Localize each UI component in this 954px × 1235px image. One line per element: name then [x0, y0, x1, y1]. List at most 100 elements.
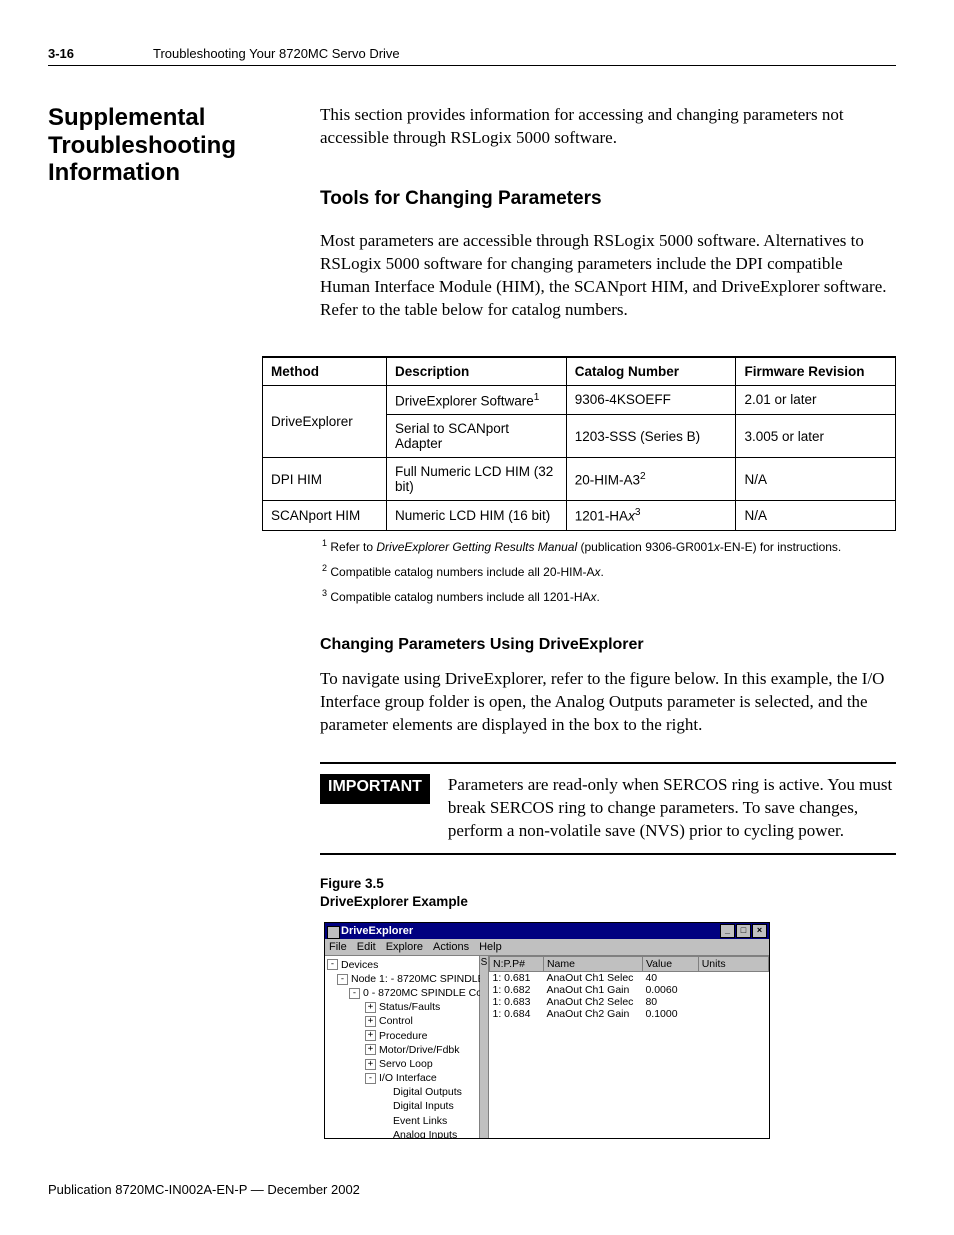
list-row[interactable]: 1: 0.683AnaOut Ch2 Selec80	[490, 996, 769, 1008]
left-column: Supplemental Troubleshooting Information	[48, 104, 320, 348]
cell-fw: N/A	[736, 458, 896, 501]
splitter-bar[interactable]: S	[480, 956, 489, 1138]
tree-item-label[interactable]: Devices	[341, 959, 378, 971]
menu-item[interactable]: Explore	[386, 941, 423, 953]
tree-item-label[interactable]: Analog Inputs	[393, 1129, 457, 1138]
figure-number: Figure 3.5	[320, 875, 896, 893]
section-title: Supplemental Troubleshooting Information	[48, 104, 320, 187]
maximize-button[interactable]: □	[736, 924, 751, 938]
tree-item-label[interactable]: I/O Interface	[379, 1072, 437, 1084]
cell-desc: DriveExplorer Software1	[386, 385, 566, 415]
tree-item[interactable]: -I/O Interface	[327, 1071, 479, 1085]
tree-item[interactable]: -0 - 8720MC SPINDLE Con	[327, 986, 479, 1000]
cell-desc: Serial to SCANport Adapter	[386, 415, 566, 458]
list-row[interactable]: 1: 0.684AnaOut Ch2 Gain0.1000	[490, 1008, 769, 1020]
cell-npp: 1: 0.684	[490, 1008, 544, 1020]
menu-bar[interactable]: File Edit Explore Actions Help	[325, 939, 769, 956]
driveexplorer-window: DriveExplorer _ □ × File Edit Explore Actio…	[324, 922, 770, 1139]
cell-name: AnaOut Ch2 Gain	[543, 1008, 642, 1020]
left-column-2	[48, 612, 320, 1139]
cell-fw: 3.005 or later	[736, 415, 896, 458]
th-value[interactable]: Value	[642, 956, 698, 971]
cell-npp: 1: 0.683	[490, 996, 544, 1008]
page: 3-16 Troubleshooting Your 8720MC Servo D…	[0, 0, 954, 1235]
menu-item[interactable]: File	[329, 941, 347, 953]
cell-name: AnaOut Ch1 Selec	[543, 971, 642, 984]
minimize-button[interactable]: _	[720, 924, 735, 938]
tree-item[interactable]: +Status/Faults	[327, 1000, 479, 1014]
important-block: IMPORTANT Parameters are read-only when …	[320, 762, 896, 855]
cell-method: SCANport HIM	[263, 501, 387, 531]
list-row[interactable]: 1: 0.682AnaOut Ch1 Gain0.0060	[490, 984, 769, 996]
title-bar[interactable]: DriveExplorer _ □ ×	[325, 923, 769, 939]
tree-item-label[interactable]: 0 - 8720MC SPINDLE Con	[363, 987, 488, 999]
menu-item[interactable]: Help	[479, 941, 502, 953]
cell-units	[698, 996, 768, 1008]
cell-cat: 20-HIM-A32	[566, 458, 736, 501]
section-row-2: Changing Parameters Using DriveExplorer …	[48, 612, 896, 1139]
cell-value: 40	[642, 971, 698, 984]
page-number: 3-16	[48, 46, 153, 61]
cell-fw: 2.01 or later	[736, 385, 896, 415]
cell-value: 0.0060	[642, 984, 698, 996]
params-table: Method Description Catalog Number Firmwa…	[262, 356, 896, 531]
tree-item[interactable]: Analog Inputs	[327, 1128, 479, 1138]
right-column-intro: This section provides information for ac…	[320, 104, 896, 348]
tree-item-label[interactable]: Event Links	[393, 1115, 447, 1127]
tree-item[interactable]: Event Links	[327, 1114, 479, 1128]
cell-method: DPI HIM	[263, 458, 387, 501]
menu-item[interactable]: Actions	[433, 941, 469, 953]
window-body: -Devices-Node 1: - 8720MC SPINDLE-0 - 87…	[325, 956, 769, 1138]
window-title: DriveExplorer	[327, 925, 719, 937]
list-row[interactable]: 1: 0.681AnaOut Ch1 Selec40	[490, 971, 769, 984]
cell-npp: 1: 0.682	[490, 984, 544, 996]
th-units[interactable]: Units	[698, 956, 768, 971]
tree-item[interactable]: Digital Inputs	[327, 1099, 479, 1113]
tree-item[interactable]: -Node 1: - 8720MC SPINDLE	[327, 972, 479, 986]
tree-pane[interactable]: -Devices-Node 1: - 8720MC SPINDLE-0 - 87…	[325, 956, 480, 1138]
th-catalog: Catalog Number	[566, 357, 736, 386]
tree-item-label[interactable]: Digital Inputs	[393, 1100, 454, 1112]
tree-item-label[interactable]: Servo Loop	[379, 1058, 433, 1070]
cell-desc: Full Numeric LCD HIM (32 bit)	[386, 458, 566, 501]
tree-item-label[interactable]: Digital Outputs	[393, 1086, 462, 1098]
tree-item-label[interactable]: Node 1: - 8720MC SPINDLE	[351, 973, 485, 985]
tree-item[interactable]: Digital Outputs	[327, 1085, 479, 1099]
right-column-2: Changing Parameters Using DriveExplorer …	[320, 612, 896, 1139]
tree-item-label[interactable]: Status/Faults	[379, 1001, 440, 1013]
running-head: Troubleshooting Your 8720MC Servo Drive	[153, 46, 896, 61]
tree-item-label[interactable]: Control	[379, 1015, 413, 1027]
figure-title: DriveExplorer Example	[320, 893, 896, 911]
list-pane[interactable]: N:P.P# Name Value Units 1: 0.681AnaOut C…	[489, 956, 769, 1138]
footnote-3: 3 Compatible catalog numbers include all…	[322, 587, 896, 606]
footnote-2: 2 Compatible catalog numbers include all…	[322, 562, 896, 581]
top-header: 3-16 Troubleshooting Your 8720MC Servo D…	[48, 46, 896, 65]
header-rule	[48, 65, 896, 66]
tree-item[interactable]: +Control	[327, 1014, 479, 1028]
changing-paragraph: To navigate using DriveExplorer, refer t…	[320, 668, 896, 737]
cell-desc: Numeric LCD HIM (16 bit)	[386, 501, 566, 531]
cell-name: AnaOut Ch1 Gain	[543, 984, 642, 996]
menu-item[interactable]: Edit	[357, 941, 376, 953]
th-name[interactable]: Name	[543, 956, 642, 971]
cell-cat: 1201-HAx3	[566, 501, 736, 531]
figure-caption: Figure 3.5 DriveExplorer Example	[320, 875, 896, 911]
cell-npp: 1: 0.681	[490, 971, 544, 984]
section-row: Supplemental Troubleshooting Information…	[48, 104, 896, 348]
cell-units	[698, 984, 768, 996]
tree-item-label[interactable]: Procedure	[379, 1030, 427, 1042]
close-button[interactable]: ×	[752, 924, 767, 938]
tools-paragraph: Most parameters are accessible through R…	[320, 230, 896, 322]
tree-item[interactable]: -Devices	[327, 958, 479, 972]
tree-item-label[interactable]: Motor/Drive/Fdbk	[379, 1044, 460, 1056]
changing-subhead: Changing Parameters Using DriveExplorer	[320, 636, 896, 654]
cell-method: DriveExplorer	[263, 385, 387, 458]
tools-subhead: Tools for Changing Parameters	[320, 188, 896, 210]
footnote-1: 1 Refer to DriveExplorer Getting Results…	[322, 537, 896, 556]
th-npp[interactable]: N:P.P#	[490, 956, 544, 971]
tree-item[interactable]: +Servo Loop	[327, 1057, 479, 1071]
important-badge: IMPORTANT	[320, 774, 430, 804]
tree-item[interactable]: +Motor/Drive/Fdbk	[327, 1043, 479, 1057]
th-description: Description	[386, 357, 566, 386]
tree-item[interactable]: +Procedure	[327, 1029, 479, 1043]
